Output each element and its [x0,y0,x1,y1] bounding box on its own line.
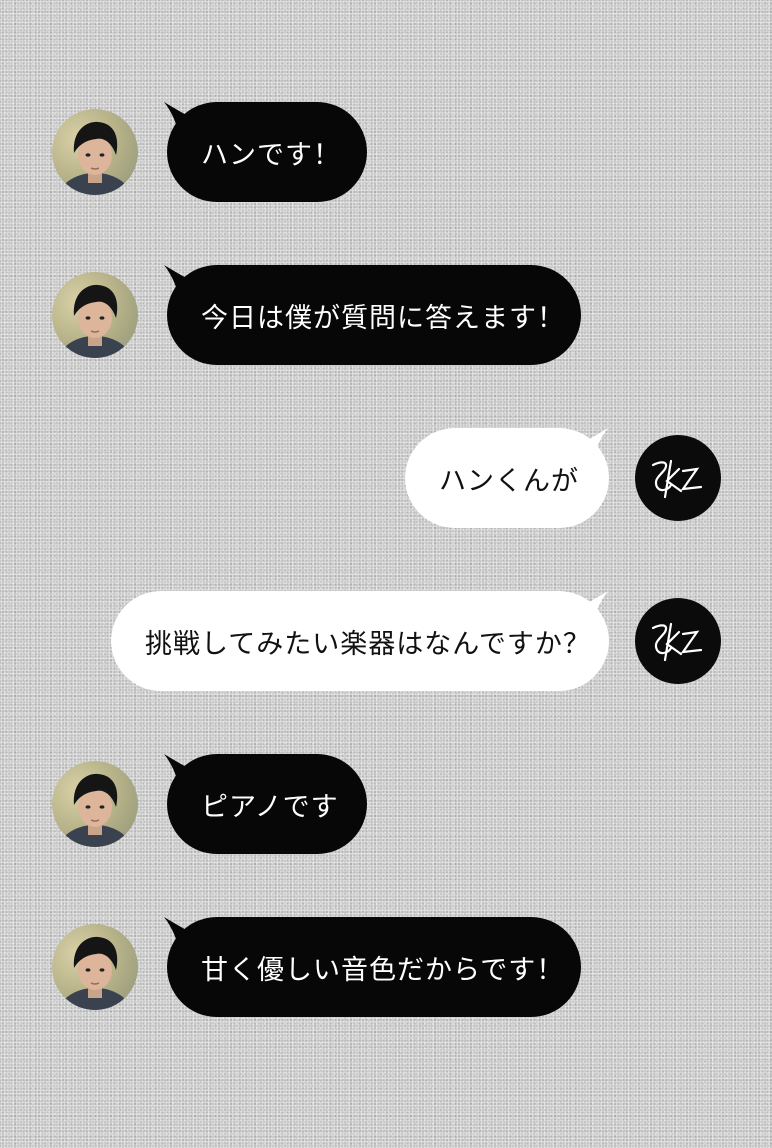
profile-avatar-han[interactable] [52,924,138,1010]
message-row: ハンくんが [0,428,772,528]
message-row: 挑戦してみたい楽器はなんですか？ [0,591,772,691]
message-text: 今日は僕が質問に答えます！ [201,302,565,334]
message-text: ピアノです [201,791,339,823]
profile-avatar-han[interactable] [52,272,138,358]
message-text: 挑戦してみたい楽器はなんですか？ [145,628,591,660]
message-row: ハンです！ [0,102,772,202]
message-bubble[interactable]: 今日は僕が質問に答えます！ [167,265,581,365]
message-bubble[interactable]: 挑戦してみたい楽器はなんですか？ [111,591,609,691]
message-row: ピアノです [0,754,772,854]
message-bubble[interactable]: ハンくんが [405,428,609,528]
message-bubble[interactable]: 甘く優しい音色だからです！ [167,917,581,1017]
profile-avatar-han[interactable] [52,761,138,847]
chat-screen: ハンです！ 今日は僕が質問に答えます！ ハンくんが 挑戦してみたい楽器はなんです… [0,0,772,1148]
message-text: 甘く優しい音色だからです！ [201,954,565,986]
person-icon [57,936,133,1010]
skz-logo-icon[interactable] [635,598,721,684]
profile-avatar-han[interactable] [52,109,138,195]
message-row: 今日は僕が質問に答えます！ [0,265,772,365]
person-icon [57,121,133,195]
person-icon [57,773,133,847]
message-bubble[interactable]: ハンです！ [167,102,367,202]
message-bubble[interactable]: ピアノです [167,754,367,854]
skz-logo-icon[interactable] [635,435,721,521]
message-row: 甘く優しい音色だからです！ [0,917,772,1017]
skz-logo-icon [651,459,703,499]
message-text: ハンくんが [439,465,579,497]
message-text: ハンです！ [201,139,341,171]
skz-logo-icon [651,622,703,662]
person-icon [57,284,133,358]
